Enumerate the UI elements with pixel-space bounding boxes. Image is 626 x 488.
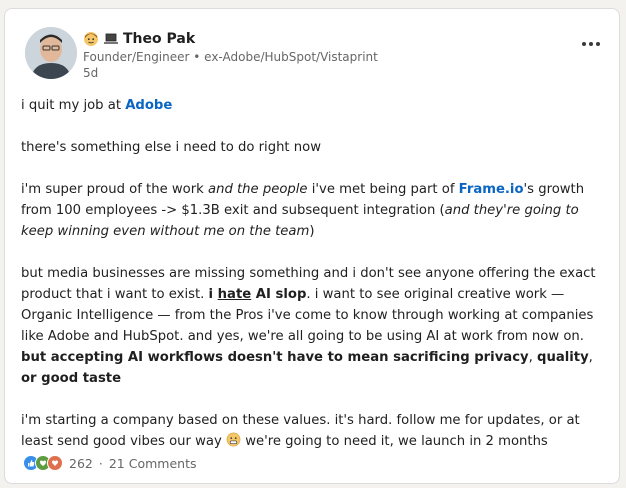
post-paragraph: there's something else i need to do righ…: [21, 140, 321, 155]
author-headline: Founder/Engineer • ex-Adobe/HubSpot/Vist…: [83, 50, 378, 64]
post-italic: and the people: [208, 182, 308, 197]
post-text: we're going to need it, we launch in 2 m…: [241, 434, 548, 449]
reaction-count[interactable]: 262: [69, 456, 93, 471]
dot-icon: [596, 42, 600, 46]
post-bold: or good taste: [21, 371, 122, 386]
separator: ·: [98, 455, 103, 471]
social-counts: 262 · 21 Comments: [23, 455, 196, 471]
post-paragraph: i quit my job at Adobe: [21, 95, 611, 116]
mention-frameio[interactable]: Frame.io: [459, 182, 524, 197]
post-timestamp: 5d: [83, 66, 99, 80]
author-name[interactable]: Theo Pak: [123, 31, 195, 47]
post-text: i quit my job at: [21, 98, 126, 113]
post-bold: quality: [537, 350, 589, 365]
post-paragraph: i'm starting a company based on these va…: [21, 410, 611, 452]
more-options-button[interactable]: [579, 37, 603, 51]
post-bold: i hate AI slop: [208, 287, 307, 302]
mention-adobe[interactable]: Adobe: [125, 98, 172, 113]
post-paragraph: but media businesses are missing somethi…: [21, 266, 596, 386]
author-avatar[interactable]: [25, 27, 77, 79]
post-paragraph: i'm super proud of the work and the peop…: [21, 179, 611, 242]
dot-icon: [582, 42, 586, 46]
post-bold: but accepting AI workflows doesn't have …: [21, 350, 529, 365]
love-icon: [47, 455, 63, 471]
reaction-icons[interactable]: [23, 455, 63, 471]
laptop-emoji-icon: [104, 33, 118, 44]
post-body: i quit my job at Adobe there's something…: [21, 95, 611, 473]
author-name-row[interactable]: Theo Pak: [83, 31, 195, 47]
post-text: i'm super proud of the work: [21, 182, 208, 197]
post-card: Theo Pak Founder/Engineer • ex-Adobe/Hub…: [4, 8, 620, 484]
post-text: ): [309, 224, 315, 239]
person-emoji-icon: [84, 32, 98, 46]
grimace-emoji-icon: [226, 432, 241, 447]
post-text: i've met being part of: [307, 182, 459, 197]
comments-count[interactable]: 21 Comments: [109, 456, 197, 471]
dot-icon: [589, 42, 593, 46]
